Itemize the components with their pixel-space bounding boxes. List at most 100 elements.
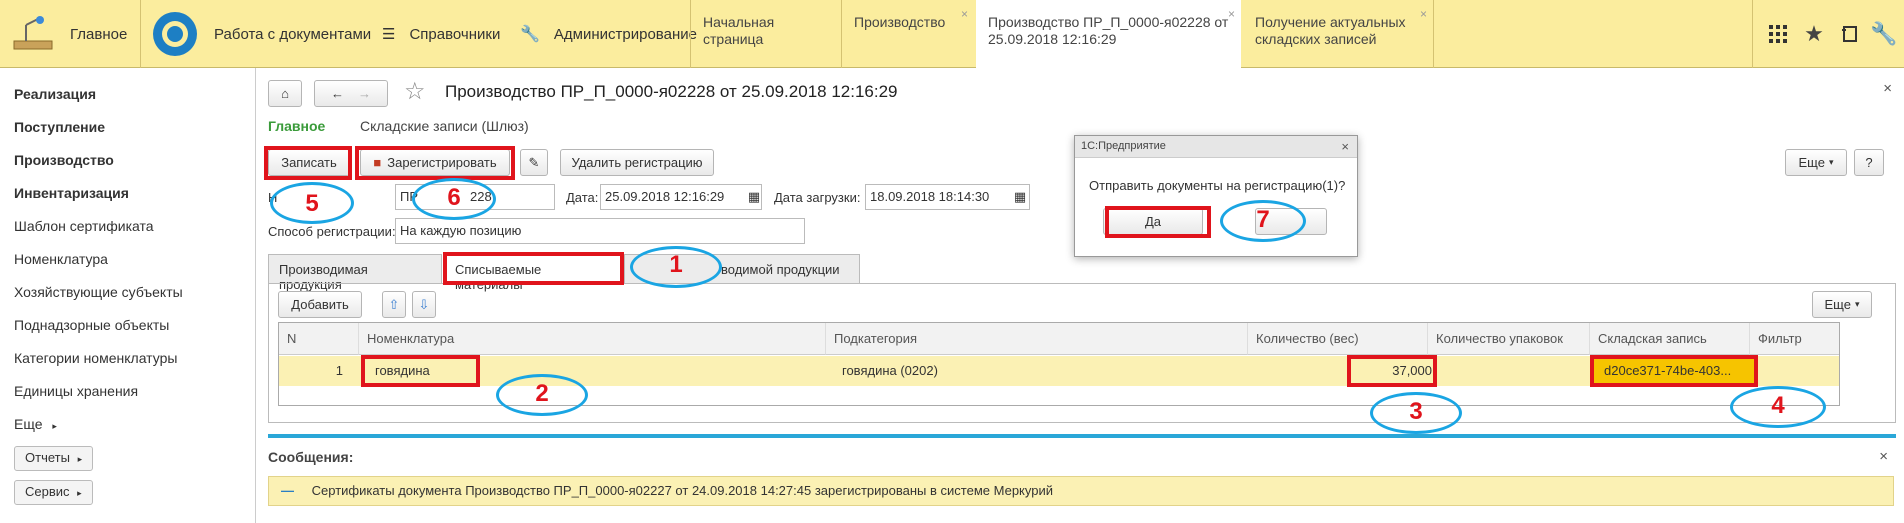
delete-registration-button[interactable]: Удалить регистрацию: [560, 149, 714, 176]
close-document-icon[interactable]: ×: [1883, 80, 1892, 97]
wrench-icon: 🔧: [520, 26, 540, 43]
highlight-box-register: [355, 146, 515, 180]
list-icon: ☰: [382, 26, 396, 43]
tools-icon[interactable]: 🔧: [1868, 18, 1900, 50]
home-section[interactable]: Главное: [10, 0, 127, 68]
annotation-number-2: 2: [535, 380, 549, 407]
sidebar-item-certificate-template[interactable]: Шаблон сертификата: [14, 218, 154, 234]
arrow-right-icon[interactable]: →: [358, 86, 371, 101]
triangle-right-icon: ▸: [77, 454, 83, 464]
move-down-button[interactable]: ⇩: [412, 291, 436, 318]
reports-button[interactable]: Отчеты ▸: [14, 446, 94, 471]
close-icon[interactable]: ×: [1420, 6, 1427, 23]
navigation-buttons[interactable]: ← →: [314, 80, 388, 107]
sidebar-item-business-entities[interactable]: Хозяйствующие субъекты: [14, 284, 183, 300]
references-section[interactable]: ☰ Справочники: [382, 0, 500, 68]
star-icon[interactable]: ★: [1798, 18, 1830, 50]
cell-n: 1: [335, 363, 343, 378]
references-label: Справочники: [409, 25, 501, 43]
column-header-subcategory[interactable]: Подкатегория: [826, 323, 1248, 355]
calendar-icon[interactable]: ▦: [1012, 187, 1028, 207]
highlight-box-quantity: [1347, 355, 1437, 387]
chevron-down-icon: ▾: [1828, 157, 1834, 167]
annotation-number-4: 4: [1771, 392, 1785, 419]
sidebar-item-supervised-objects[interactable]: Поднадзорные объекты: [14, 317, 169, 333]
nav-main-link[interactable]: Главное: [268, 118, 325, 134]
documents-label: Работа с документами: [214, 25, 372, 43]
cell-subcategory[interactable]: говядина (0202): [834, 356, 1134, 386]
service-button[interactable]: Сервис ▸: [14, 480, 93, 505]
column-header-quantity-packs[interactable]: Количество упаковок: [1428, 323, 1590, 355]
annotation-number-3: 3: [1409, 398, 1423, 425]
highlight-box-save: [264, 146, 352, 180]
table-more-button[interactable]: Еще ▾: [1812, 291, 1872, 318]
tab-stock-records[interactable]: Получение актуальных складских записей ×: [1243, 0, 1433, 66]
annotation-number-7: 7: [1256, 206, 1270, 233]
close-messages-icon[interactable]: ×: [1879, 448, 1888, 465]
top-bar: Главное Работа с документами ☰ Справочни…: [0, 0, 1904, 68]
nav-gateway-link[interactable]: Складские записи (Шлюз): [360, 118, 529, 134]
move-up-button[interactable]: ⇧: [382, 291, 406, 318]
add-row-button[interactable]: Добавить: [278, 291, 362, 318]
favorite-star-icon[interactable]: ☆: [404, 77, 426, 106]
message-item[interactable]: — Сертификаты документа Производство ПР_…: [268, 476, 1894, 506]
more-button[interactable]: Еще ▾: [1785, 149, 1847, 176]
sidebar-item-production[interactable]: Производство: [14, 152, 114, 168]
column-header-stock-record[interactable]: Складская запись: [1590, 323, 1750, 355]
highlight-box-tab: [443, 252, 624, 285]
home-icon: ⌂: [281, 86, 289, 101]
arrow-up-icon: ⇧: [388, 296, 400, 312]
sidebar-item-storage-units[interactable]: Единицы хранения: [14, 383, 138, 399]
messages-divider: [268, 434, 1896, 438]
tab-produced-products[interactable]: Производимая продукция: [268, 254, 442, 292]
home-button[interactable]: ⌂: [268, 80, 302, 107]
confirm-dialog: 1С:Предприятие × Отправить документы на …: [1074, 135, 1358, 257]
documents-section[interactable]: Работа с документами: [150, 0, 371, 68]
annotation-number-1: 1: [669, 251, 683, 278]
highlight-box-nomenclature: [361, 355, 480, 387]
tab-start-page[interactable]: Начальная страница: [691, 0, 841, 66]
close-icon[interactable]: ×: [961, 6, 968, 23]
sidebar-item-receipts[interactable]: Поступление: [14, 119, 105, 135]
sidebar-item-sales[interactable]: Реализация: [14, 86, 96, 102]
calendar-icon[interactable]: ▦: [746, 187, 762, 207]
grid-icon[interactable]: [1762, 18, 1794, 50]
close-icon[interactable]: ×: [1341, 139, 1349, 154]
help-button[interactable]: ?: [1854, 149, 1884, 176]
highlight-box-yes: [1105, 206, 1211, 238]
registration-method-field[interactable]: На каждую позицию: [395, 218, 805, 244]
date-field[interactable]: 25.09.2018 12:16:29: [600, 184, 762, 210]
tab-production-document[interactable]: Производство ПР_П_0000-я02228 от 25.09.2…: [976, 0, 1241, 68]
close-icon[interactable]: ×: [1228, 6, 1235, 23]
column-header-n[interactable]: N: [279, 323, 359, 355]
column-header-nomenclature[interactable]: Номенклатура: [359, 323, 826, 355]
chevron-down-icon: ▾: [1854, 299, 1860, 309]
arrow-down-icon: ⇩: [418, 296, 430, 312]
arrow-left-icon[interactable]: ←: [331, 86, 344, 101]
documents-logo-icon: [153, 12, 197, 56]
sidebar-item-more[interactable]: Еще ▸: [14, 416, 57, 432]
annotation-number-6: 6: [447, 184, 461, 211]
sidebar: Реализация Поступление Производство Инве…: [0, 68, 256, 523]
admin-label: Администрирование: [553, 25, 697, 43]
column-header-quantity-weight[interactable]: Количество (вес): [1248, 323, 1428, 355]
load-date-label: Дата загрузки:: [774, 190, 861, 205]
triangle-right-icon: ▸: [52, 421, 57, 431]
date-label: Дата:: [566, 190, 599, 205]
sidebar-item-nomenclature[interactable]: Номенклатура: [14, 251, 108, 267]
annotation-number-5: 5: [305, 190, 319, 217]
highlight-box-stock-record: [1590, 355, 1758, 387]
sidebar-item-inventory[interactable]: Инвентаризация: [14, 185, 129, 201]
tab-production[interactable]: Производство ×: [842, 0, 974, 66]
home-label: Главное: [70, 25, 128, 43]
column-header-filter[interactable]: Фильтр: [1750, 323, 1839, 355]
load-date-field[interactable]: 18.09.2018 18:14:30: [865, 184, 1030, 210]
stamp-button[interactable]: ✎: [520, 149, 548, 176]
admin-section[interactable]: 🔧 Администрирование: [520, 0, 697, 68]
messages-header: Сообщения:: [268, 449, 354, 465]
dialog-question: Отправить документы на регистрацию(1)?: [1089, 178, 1346, 193]
page-title: Производство ПР_П_0000-я02228 от 25.09.2…: [445, 82, 898, 101]
dash-icon: —: [281, 483, 294, 498]
sidebar-item-nomenclature-categories[interactable]: Категории номенклатуры: [14, 350, 177, 366]
history-icon[interactable]: [1834, 18, 1866, 50]
